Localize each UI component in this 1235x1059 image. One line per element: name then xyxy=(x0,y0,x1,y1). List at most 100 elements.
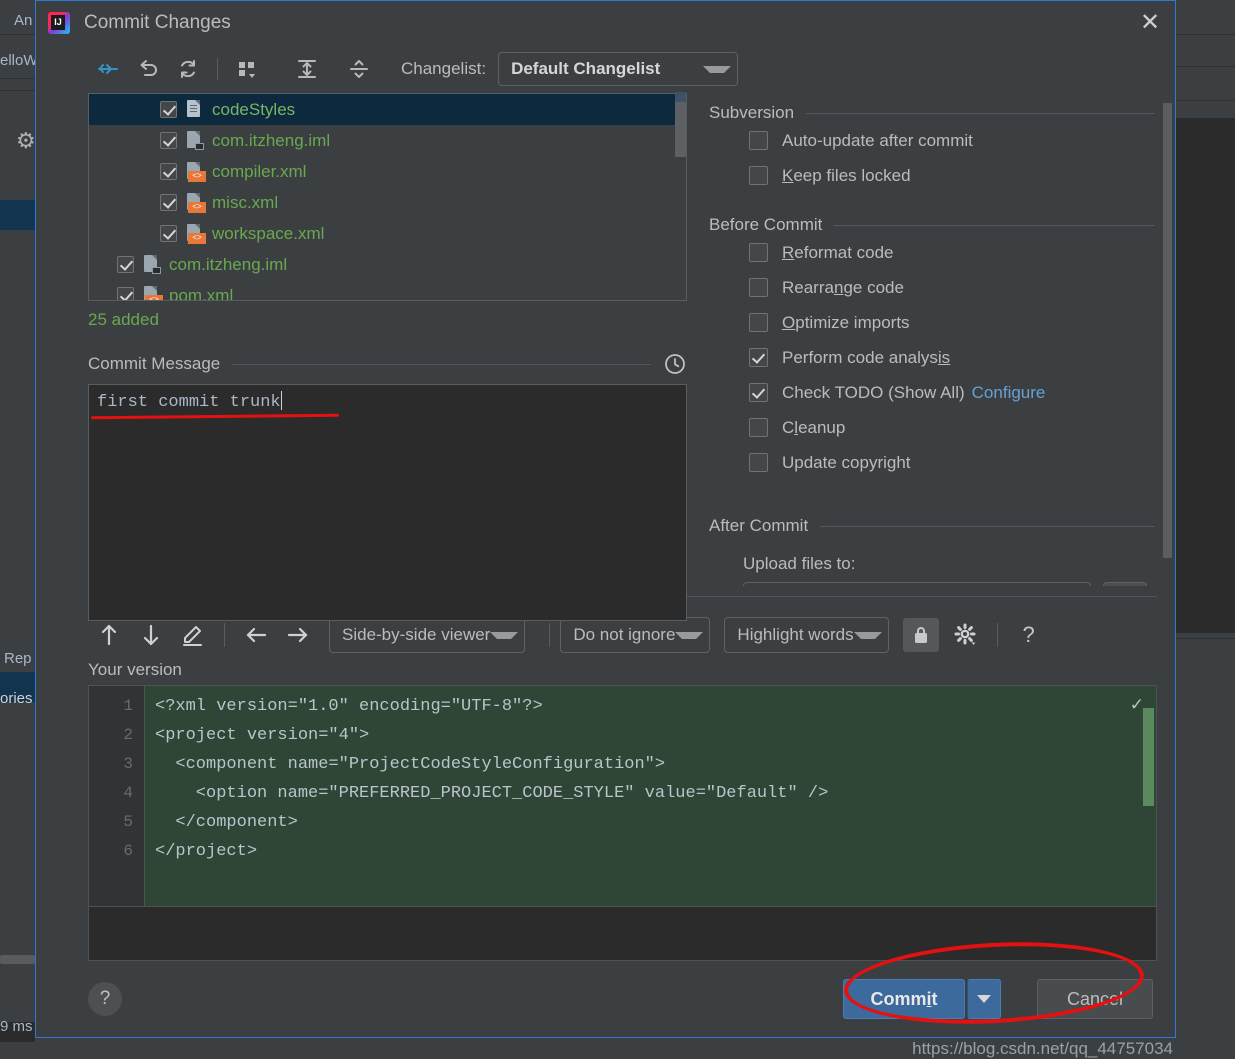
checkbox-box[interactable] xyxy=(749,278,768,297)
viewer-mode-dropdown[interactable]: Side-by-side viewer xyxy=(329,617,525,653)
options-scrollbar[interactable] xyxy=(1163,103,1172,586)
watermark-text: https://blog.csdn.net/qq_44757034 xyxy=(912,1039,1173,1059)
diff-pane-label: Your version xyxy=(88,660,1157,680)
clock-history-icon[interactable] xyxy=(663,352,687,376)
changelist-dropdown[interactable]: Default Changelist xyxy=(498,52,738,86)
footer-actions: Commit Cancel xyxy=(843,979,1153,1019)
table-row[interactable]: codeStyles xyxy=(89,94,686,125)
checkbox-keep-files-locked[interactable]: Keep files locked xyxy=(709,158,1155,193)
subversion-group-header: Subversion xyxy=(709,103,1155,123)
file-checkbox[interactable] xyxy=(160,132,177,149)
checkbox-box[interactable] xyxy=(749,418,768,437)
upload-target-dropdown[interactable]: <None> xyxy=(743,582,1091,586)
chevron-down-icon xyxy=(977,995,991,1003)
table-row[interactable]: com.itzheng.iml xyxy=(89,249,686,280)
browse-button[interactable] xyxy=(1103,582,1147,586)
checkmark-icon: ✓ xyxy=(1130,692,1144,721)
file-checkbox[interactable] xyxy=(117,287,134,301)
code-line: <component name="ProjectCodeStyleConfigu… xyxy=(155,750,1156,779)
file-lines-icon xyxy=(186,100,203,119)
changelist-label: Changelist: xyxy=(401,59,486,79)
diff-section: Diff xyxy=(36,586,1175,961)
commit-message-input[interactable]: first commit trunk xyxy=(88,384,687,621)
checkbox-perform-code-analysis[interactable]: Perform code analysis xyxy=(709,340,1155,375)
file-checkbox[interactable] xyxy=(160,225,177,242)
dialog-title: Commit Changes xyxy=(84,12,1133,34)
toolbar-separator xyxy=(997,623,998,647)
collapse-all-icon[interactable] xyxy=(339,52,379,86)
checkbox-box[interactable] xyxy=(749,453,768,472)
gear-icon[interactable] xyxy=(945,618,987,652)
checkbox-check-todo[interactable]: Check TODO (Show All) Configure xyxy=(709,375,1155,410)
configure-todo-link[interactable]: Configure xyxy=(972,383,1046,403)
intellij-idea-logo-icon xyxy=(48,12,70,34)
checkbox-box[interactable] xyxy=(749,166,768,185)
checkbox-cleanup[interactable]: Cleanup xyxy=(709,410,1155,445)
ignore-mode-dropdown[interactable]: Do not ignore xyxy=(560,617,710,653)
toolbar-separator xyxy=(224,623,225,647)
close-icon[interactable]: ✕ xyxy=(1133,6,1167,40)
show-diff-icon[interactable] xyxy=(88,52,128,86)
question-mark-icon[interactable]: ? xyxy=(1008,618,1050,652)
file-xml-icon: <> xyxy=(186,224,203,243)
diff-code-pane[interactable]: 1 2 3 4 5 6 <?xml version="1.0" encoding… xyxy=(88,685,1157,907)
code-content[interactable]: <?xml version="1.0" encoding="UTF-8"?> <… xyxy=(145,686,1156,906)
viewer-mode-value: Side-by-side viewer xyxy=(342,625,490,645)
expand-all-icon[interactable] xyxy=(287,52,327,86)
commit-button[interactable]: Commit xyxy=(843,979,965,1019)
file-checkbox[interactable] xyxy=(117,256,134,273)
table-row[interactable]: <> pom.xml xyxy=(89,280,686,301)
checkbox-reformat-code[interactable]: Reformat code xyxy=(709,235,1155,270)
checkbox-box[interactable] xyxy=(749,243,768,262)
code-scrollbar[interactable] xyxy=(1143,708,1154,904)
chevron-down-icon xyxy=(675,632,703,639)
next-difference-icon[interactable] xyxy=(130,618,172,652)
ignore-mode-value: Do not ignore xyxy=(573,625,675,645)
checkbox-label: Check TODO (Show All) xyxy=(782,383,965,403)
commit-changes-dialog: Commit Changes ✕ xyxy=(35,0,1176,1038)
table-row[interactable]: <> workspace.xml xyxy=(89,218,686,249)
upload-files-label: Upload files to: xyxy=(743,554,1155,574)
highlight-mode-dropdown[interactable]: Highlight words xyxy=(724,617,888,653)
right-column: Subversion Auto-update after commit Keep… xyxy=(704,93,1175,586)
apply-left-icon[interactable] xyxy=(235,618,277,652)
checkbox-rearrange-code[interactable]: Rearrange code xyxy=(709,270,1155,305)
upload-row: <None> xyxy=(709,582,1155,586)
file-list-scrollbar[interactable] xyxy=(675,94,686,300)
file-checkbox[interactable] xyxy=(160,194,177,211)
checkbox-optimize-imports[interactable]: Optimize imports xyxy=(709,305,1155,340)
changes-summary: 25 added xyxy=(88,310,704,330)
text-caret xyxy=(281,391,282,410)
commit-dropdown-button[interactable] xyxy=(967,979,1001,1019)
refresh-icon[interactable] xyxy=(168,52,208,86)
after-commit-group-header: After Commit xyxy=(709,516,1155,536)
file-checkbox[interactable] xyxy=(160,101,177,118)
checkbox-auto-update-after-commit[interactable]: Auto-update after commit xyxy=(709,123,1155,158)
checkbox-box[interactable] xyxy=(749,348,768,367)
changes-toolbar: Changelist: Default Changelist xyxy=(36,45,1175,93)
table-row[interactable]: <> misc.xml xyxy=(89,187,686,218)
file-checkbox[interactable] xyxy=(160,163,177,180)
table-row[interactable]: <> compiler.xml xyxy=(89,156,686,187)
checkbox-update-copyright[interactable]: Update copyright xyxy=(709,445,1155,480)
changed-files-list[interactable]: codeStyles com.itzheng.iml <> compiler.x… xyxy=(88,93,687,301)
file-name: workspace.xml xyxy=(212,224,324,244)
checkbox-box[interactable] xyxy=(749,383,768,402)
checkbox-box[interactable] xyxy=(749,313,768,332)
previous-difference-icon[interactable] xyxy=(88,618,130,652)
checkbox-box[interactable] xyxy=(749,131,768,150)
annotation-underline xyxy=(91,414,339,420)
line-number-gutter: 1 2 3 4 5 6 xyxy=(89,686,145,906)
file-module-icon xyxy=(186,131,203,150)
group-by-icon[interactable] xyxy=(227,52,267,86)
revert-icon[interactable] xyxy=(128,52,168,86)
dialog-footer: ? Commit Cancel https://blog.csdn.net/qq… xyxy=(36,961,1175,1037)
help-button[interactable]: ? xyxy=(88,982,122,1016)
divider xyxy=(806,113,1155,114)
apply-right-icon[interactable] xyxy=(277,618,319,652)
cancel-button[interactable]: Cancel xyxy=(1037,979,1153,1019)
file-name: misc.xml xyxy=(212,193,278,213)
lock-icon[interactable] xyxy=(903,618,939,652)
table-row[interactable]: com.itzheng.iml xyxy=(89,125,686,156)
edit-source-icon[interactable] xyxy=(172,618,214,652)
